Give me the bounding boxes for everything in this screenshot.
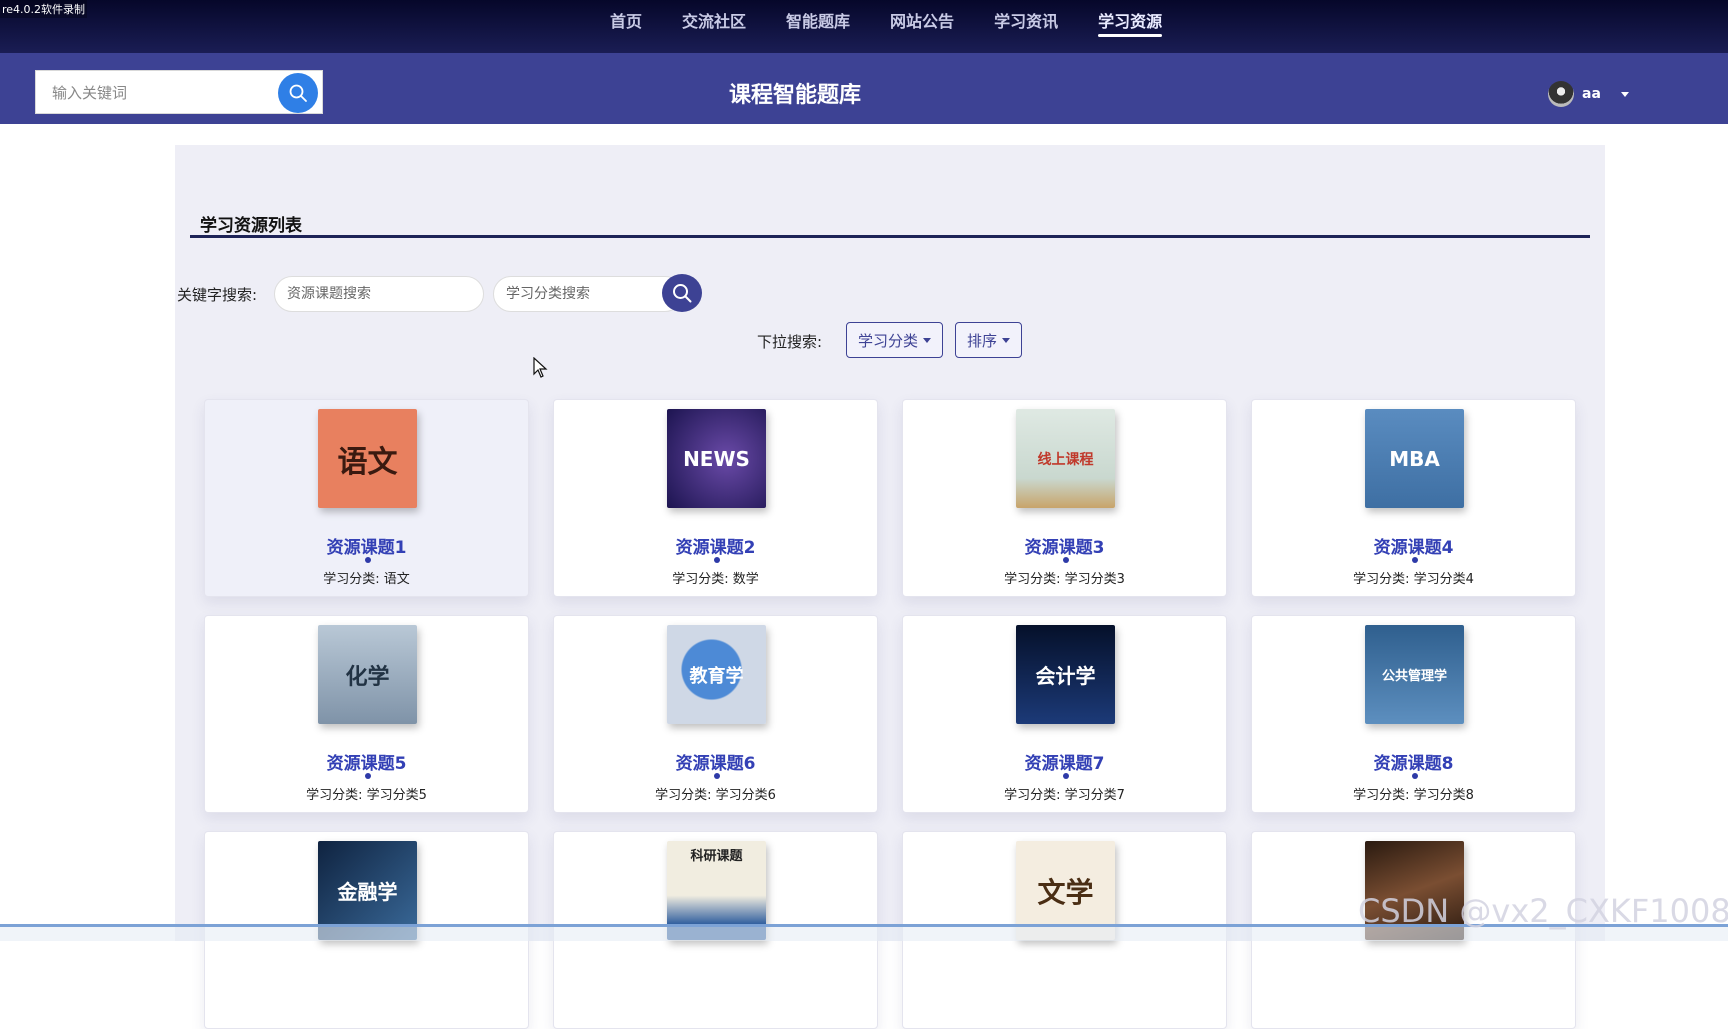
nav-item-announcements[interactable]: 网站公告 bbox=[890, 0, 954, 32]
resource-category: 学习分类: 学习分类5 bbox=[306, 788, 427, 803]
resource-panel: 学习资源列表 关键字搜索: 下拉搜索: 学习分类 排序 语文 资源课题1 学习分… bbox=[175, 145, 1605, 1029]
thumbnail-text: MBA bbox=[1389, 446, 1440, 471]
nav-item-home[interactable]: 首页 bbox=[610, 0, 642, 32]
resource-title[interactable]: 资源课题3 bbox=[903, 533, 1226, 558]
sort-dropdown[interactable]: 排序 bbox=[955, 322, 1023, 358]
title-dot bbox=[714, 773, 720, 779]
keyword-search-label: 关键字搜索: bbox=[177, 286, 258, 304]
resource-thumbnail: MBA bbox=[1365, 409, 1464, 508]
resource-card[interactable]: 公共管理学 资源课题8 学习分类: 学习分类8 bbox=[1251, 615, 1576, 813]
user-menu[interactable]: aa bbox=[1548, 81, 1629, 107]
resource-title[interactable]: 资源课题5 bbox=[205, 749, 528, 774]
resource-category: 学习分类: 学习分类7 bbox=[1004, 788, 1125, 803]
resource-title[interactable]: 资源课题8 bbox=[1252, 749, 1575, 774]
resource-card[interactable]: 教育学 资源课题6 学习分类: 学习分类6 bbox=[553, 615, 878, 813]
thumbnail-text: 语文 bbox=[337, 444, 398, 480]
thumbnail-text: NEWS bbox=[683, 446, 750, 471]
resource-category: 学习分类: 学习分类4 bbox=[1353, 572, 1474, 587]
chevron-down-icon bbox=[1002, 337, 1011, 343]
nav-menu: 首页 交流社区 智能题库 网站公告 学习资讯 学习资源 bbox=[610, 0, 1163, 53]
section-divider bbox=[190, 235, 1590, 238]
title-dot bbox=[714, 557, 720, 563]
title-dot bbox=[365, 773, 371, 779]
sort-dropdown-label: 排序 bbox=[967, 331, 998, 350]
title-dot bbox=[1063, 773, 1069, 779]
resource-card[interactable]: 化学 资源课题5 学习分类: 学习分类5 bbox=[204, 615, 529, 813]
category-search-input[interactable] bbox=[494, 277, 682, 311]
chevron-down-icon bbox=[923, 337, 932, 343]
section-title: 学习资源列表 bbox=[200, 216, 302, 236]
nav-item-question-bank[interactable]: 智能题库 bbox=[786, 0, 850, 32]
resource-category: 学习分类: 学习分类8 bbox=[1353, 788, 1474, 803]
resource-title[interactable]: 资源课题1 bbox=[205, 533, 528, 558]
resource-card[interactable]: NEWS 资源课题2 学习分类: 数学 bbox=[553, 399, 878, 597]
title-search-input[interactable] bbox=[275, 277, 483, 311]
site-title: 课程智能题库 bbox=[728, 83, 861, 108]
nav-item-resources[interactable]: 学习资源 bbox=[1098, 0, 1163, 37]
resource-thumbnail: 公共管理学 bbox=[1365, 625, 1464, 724]
top-navigation: 首页 交流社区 智能题库 网站公告 学习资讯 学习资源 bbox=[0, 0, 1728, 53]
recorder-watermark: re4.0.2软件录制 bbox=[0, 0, 88, 18]
resource-category: 学习分类: 语文 bbox=[323, 572, 410, 587]
resource-card[interactable]: 会计学 资源课题7 学习分类: 学习分类7 bbox=[902, 615, 1227, 813]
resource-category: 学习分类: 数学 bbox=[672, 572, 759, 587]
resource-thumbnail: 教育学 bbox=[667, 625, 766, 724]
title-dot bbox=[365, 557, 371, 563]
dropdown-search-label: 下拉搜索: bbox=[757, 333, 823, 351]
thumbnail-text: 金融学 bbox=[337, 880, 398, 904]
thumbnail-text: 线上课程 bbox=[1037, 451, 1094, 468]
resource-thumbnail: NEWS bbox=[667, 409, 766, 508]
title-search-field bbox=[274, 276, 484, 312]
username: aa bbox=[1582, 86, 1601, 102]
resource-category: 学习分类: 学习分类6 bbox=[655, 788, 776, 803]
category-dropdown-label: 学习分类 bbox=[858, 331, 919, 350]
resource-card[interactable]: MBA 资源课题4 学习分类: 学习分类4 bbox=[1251, 399, 1576, 597]
chevron-down-icon bbox=[1620, 91, 1629, 97]
resource-category: 学习分类: 学习分类3 bbox=[1004, 572, 1125, 587]
resource-thumbnail: 化学 bbox=[318, 625, 417, 724]
resource-card[interactable]: 线上课程 资源课题3 学习分类: 学习分类3 bbox=[902, 399, 1227, 597]
thumbnail-text: 教育学 bbox=[689, 665, 744, 687]
title-dot bbox=[1412, 557, 1418, 563]
resource-title[interactable]: 资源课题2 bbox=[554, 533, 877, 558]
resource-thumbnail: 语文 bbox=[318, 409, 417, 508]
thumbnail-text: 文学 bbox=[1037, 875, 1094, 909]
title-dot bbox=[1063, 557, 1069, 563]
thumbnail-text: 化学 bbox=[345, 663, 390, 690]
search-icon bbox=[673, 284, 692, 303]
category-search-field bbox=[493, 276, 683, 312]
keyword-search-button[interactable] bbox=[662, 274, 702, 312]
resource-title[interactable]: 资源课题6 bbox=[554, 749, 877, 774]
nav-item-news[interactable]: 学习资讯 bbox=[994, 0, 1058, 32]
avatar bbox=[1548, 81, 1574, 107]
header-bar: 课程智能题库 aa bbox=[0, 53, 1728, 124]
resource-title[interactable]: 资源课题4 bbox=[1252, 533, 1575, 558]
resource-title[interactable]: 资源课题7 bbox=[903, 749, 1226, 774]
csdn-watermark: CSDN @vx2_CXKF10088 bbox=[1358, 892, 1728, 930]
mouse-cursor-icon bbox=[533, 357, 548, 378]
nav-item-community[interactable]: 交流社区 bbox=[682, 0, 746, 32]
resource-thumbnail: 线上课程 bbox=[1016, 409, 1115, 508]
thumbnail-text: 公共管理学 bbox=[1381, 669, 1447, 684]
resource-thumbnail: 会计学 bbox=[1016, 625, 1115, 724]
title-dot bbox=[1412, 773, 1418, 779]
category-dropdown[interactable]: 学习分类 bbox=[846, 322, 944, 358]
thumbnail-text: 会计学 bbox=[1035, 664, 1096, 688]
resource-card[interactable]: 语文 资源课题1 学习分类: 语文 bbox=[204, 399, 529, 597]
thumbnail-text: 科研课题 bbox=[690, 849, 743, 864]
